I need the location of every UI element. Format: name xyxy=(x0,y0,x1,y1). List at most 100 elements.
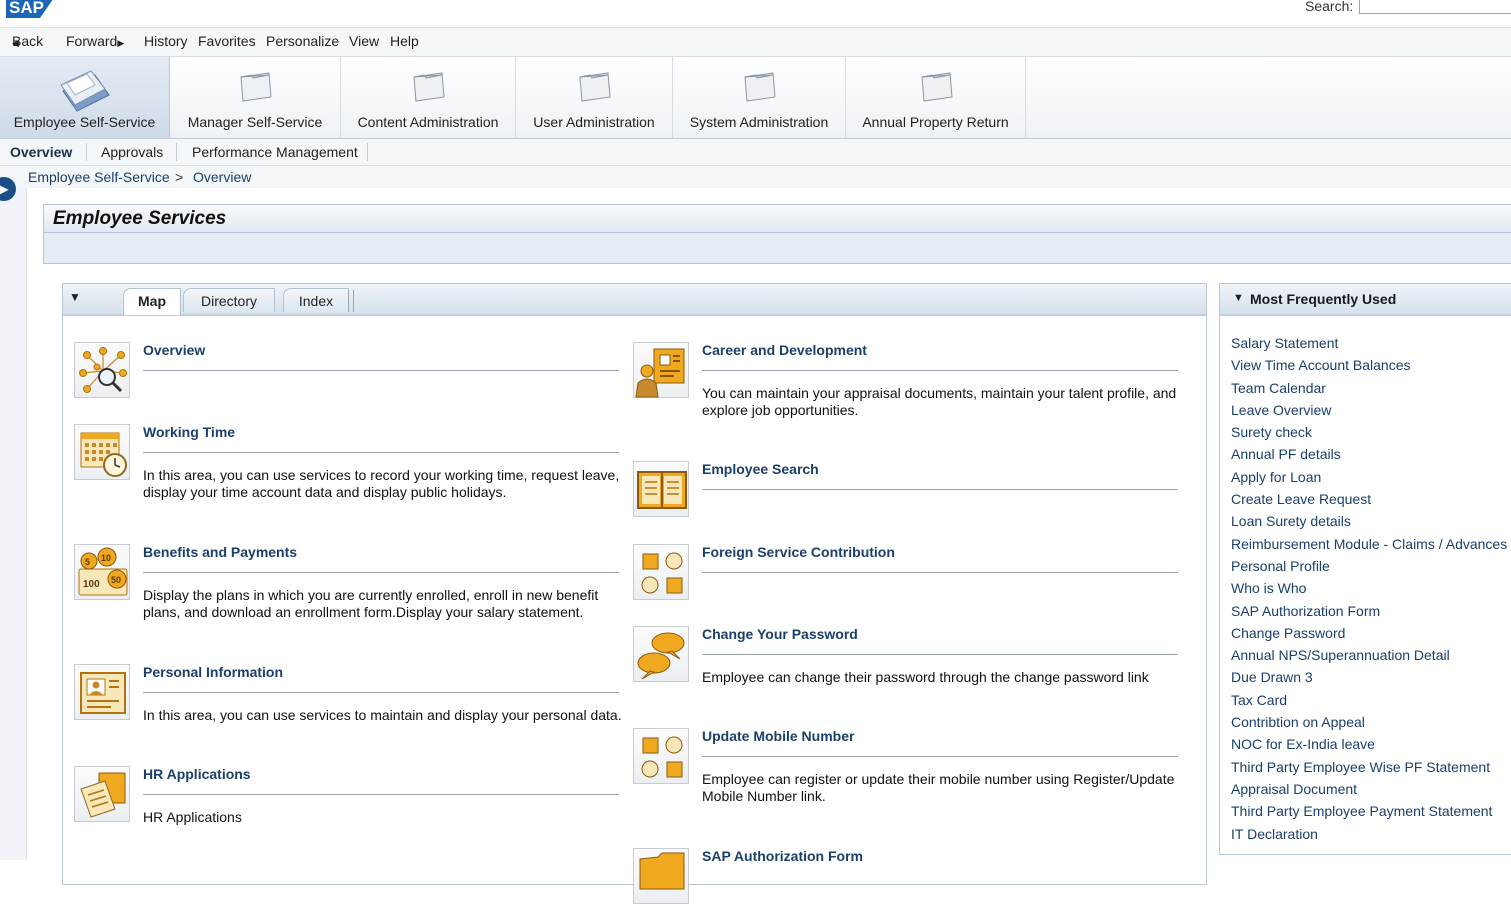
service-title[interactable]: Employee Search xyxy=(702,461,819,477)
mfu-header: ▼ Most Frequently Used xyxy=(1220,284,1511,316)
service-title[interactable]: HR Applications xyxy=(143,766,251,782)
overview-network-icon xyxy=(79,347,127,393)
service-title[interactable]: Personal Information xyxy=(143,664,283,680)
role-tab-label: Manager Self-Service xyxy=(187,114,323,130)
mfu-link[interactable]: Apply for Loan xyxy=(1231,466,1507,488)
mfu-link[interactable]: Due Drawn 3 xyxy=(1231,666,1507,688)
search-input[interactable] xyxy=(1359,0,1511,14)
mfu-list: Salary Statement View Time Account Balanc… xyxy=(1231,332,1507,845)
career-icon xyxy=(635,348,685,398)
mfu-link[interactable]: Annual PF details xyxy=(1231,443,1507,465)
breadcrumb-root[interactable]: Employee Self-Service xyxy=(28,169,170,185)
service-divider xyxy=(143,572,619,573)
mfu-link[interactable]: Team Calendar xyxy=(1231,377,1507,399)
mfu-link[interactable]: Create Leave Request xyxy=(1231,488,1507,510)
tab-scroll-handle[interactable] xyxy=(348,290,354,312)
service-divider xyxy=(702,654,1178,655)
collapse-triangle-icon[interactable]: ▼ xyxy=(1233,292,1244,304)
service-title[interactable]: Benefits and Payments xyxy=(143,544,297,560)
service-title[interactable]: Overview xyxy=(143,342,205,358)
forward-arrow-icon: ▶ xyxy=(117,38,125,48)
sap-logo-icon: SAP xyxy=(6,0,53,18)
id-card-icon xyxy=(80,672,126,714)
services-map-panel: ▼ Map Directory Index Overview Working T… xyxy=(62,283,1207,904)
mfu-link[interactable]: NOC for Ex-India leave xyxy=(1231,733,1507,755)
favorites-menu[interactable]: Favorites xyxy=(198,33,256,49)
role-tab-content-administration[interactable]: Content Administration xyxy=(341,57,516,138)
folder-icon xyxy=(639,852,685,890)
mfu-link[interactable]: Third Party Employee Wise PF Statement xyxy=(1231,756,1507,778)
forward-button[interactable]: Forward ▶ xyxy=(66,33,124,49)
mfu-link[interactable]: Salary Statement xyxy=(1231,332,1507,354)
search-label: Search: xyxy=(1305,0,1354,14)
service-icon-box xyxy=(633,544,689,600)
subtab-overview[interactable]: Overview xyxy=(10,144,72,160)
navigation-panel-gutter xyxy=(0,188,27,860)
mfu-link[interactable]: Who is Who xyxy=(1231,577,1507,599)
mfu-link[interactable]: Loan Surety details xyxy=(1231,510,1507,532)
view-menu[interactable]: View xyxy=(349,33,379,49)
mfu-link[interactable]: Contribtion on Appeal xyxy=(1231,711,1507,733)
service-divider xyxy=(143,794,619,795)
subtab-divider xyxy=(176,143,177,161)
history-menu[interactable]: History xyxy=(144,33,188,49)
service-title[interactable]: Update Mobile Number xyxy=(702,728,854,744)
service-title[interactable]: Career and Development xyxy=(702,342,867,358)
shapes-icon xyxy=(641,552,683,594)
folder-icon xyxy=(920,72,953,102)
navigation-bar: ◀ Back Forward ▶ History Favorites Perso… xyxy=(0,28,1511,57)
tab-directory[interactable]: Directory xyxy=(183,288,275,312)
page-title: Employee Services xyxy=(53,208,227,229)
service-title[interactable]: Change Your Password xyxy=(702,626,858,642)
personalize-menu[interactable]: Personalize xyxy=(266,33,339,49)
role-tab-employee-self-service[interactable]: Employee Self-Service xyxy=(0,57,170,138)
mfu-link[interactable]: Personal Profile xyxy=(1231,555,1507,577)
tab-index[interactable]: Index xyxy=(283,288,349,312)
help-menu[interactable]: Help xyxy=(390,33,419,49)
service-icon-box xyxy=(633,848,689,904)
service-title[interactable]: Foreign Service Contribution xyxy=(702,544,895,560)
mfu-link[interactable]: Third Party Employee Payment Statement xyxy=(1231,800,1507,822)
mfu-link[interactable]: Tax Card xyxy=(1231,689,1507,711)
role-tab-label: Employee Self-Service xyxy=(13,114,156,130)
service-description: In this area, you can use services to re… xyxy=(143,467,620,500)
subtab-approvals[interactable]: Approvals xyxy=(101,144,163,160)
mfu-link[interactable]: Annual NPS/Superannuation Detail xyxy=(1231,644,1507,666)
service-title[interactable]: Working Time xyxy=(143,424,235,440)
service-divider xyxy=(702,572,1178,573)
svg-text:10: 10 xyxy=(101,553,111,563)
role-tab-user-administration[interactable]: User Administration xyxy=(516,57,673,138)
breadcrumb: Employee Self-Service > Overview xyxy=(0,166,1511,188)
folder-icon xyxy=(744,72,776,102)
mfu-link[interactable]: IT Declaration xyxy=(1231,823,1507,845)
mfu-title: Most Frequently Used xyxy=(1250,291,1397,307)
role-tab-label: System Administration xyxy=(689,114,829,130)
service-divider xyxy=(143,452,619,453)
documents-icon xyxy=(80,772,126,818)
coins-icon: 5 10 100 50 xyxy=(78,547,128,596)
role-tabs: Employee Self-Service Manager Self-Servi… xyxy=(0,57,1511,139)
mfu-link[interactable]: Reimbursement Module - Claims / Advances xyxy=(1231,533,1507,555)
service-icon-box xyxy=(74,664,130,720)
back-arrow-icon: ◀ xyxy=(12,38,19,48)
subtab-divider xyxy=(86,143,87,161)
role-tab-manager-self-service[interactable]: Manager Self-Service xyxy=(170,57,341,138)
role-tab-annual-property-return[interactable]: Annual Property Return xyxy=(846,57,1026,138)
collapse-triangle-icon[interactable]: ▼ xyxy=(69,290,81,304)
service-title[interactable]: SAP Authorization Form xyxy=(702,848,863,864)
mfu-link[interactable]: Appraisal Document xyxy=(1231,778,1507,800)
subtab-performance-management[interactable]: Performance Management xyxy=(192,144,358,160)
mfu-link[interactable]: Leave Overview xyxy=(1231,399,1507,421)
mfu-link[interactable]: Surety check xyxy=(1231,421,1507,443)
service-icon-box xyxy=(74,342,130,398)
tab-map[interactable]: Map xyxy=(123,288,181,315)
folder-icon xyxy=(579,72,611,102)
breadcrumb-separator: > xyxy=(175,169,184,185)
mfu-link[interactable]: Change Password xyxy=(1231,622,1507,644)
back-button[interactable]: ◀ Back xyxy=(12,33,43,49)
folders-icon xyxy=(59,70,110,112)
mfu-link[interactable]: SAP Authorization Form xyxy=(1231,600,1507,622)
role-tab-system-administration[interactable]: System Administration xyxy=(673,57,846,138)
mfu-link[interactable]: View Time Account Balances xyxy=(1231,354,1507,376)
service-description: In this area, you can use services to ma… xyxy=(143,707,622,723)
